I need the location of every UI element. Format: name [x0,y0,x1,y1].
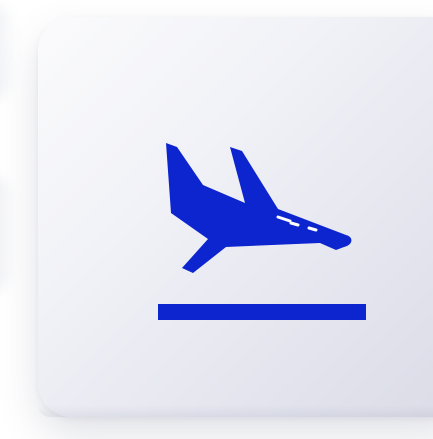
app-icon-preview [0,0,433,439]
runway-bar [158,304,366,320]
neighbor-tile-shadow [0,178,16,290]
airplane-shape [166,143,352,273]
neighbor-tile-shadow [0,6,16,98]
flight-land-icon [150,135,374,325]
